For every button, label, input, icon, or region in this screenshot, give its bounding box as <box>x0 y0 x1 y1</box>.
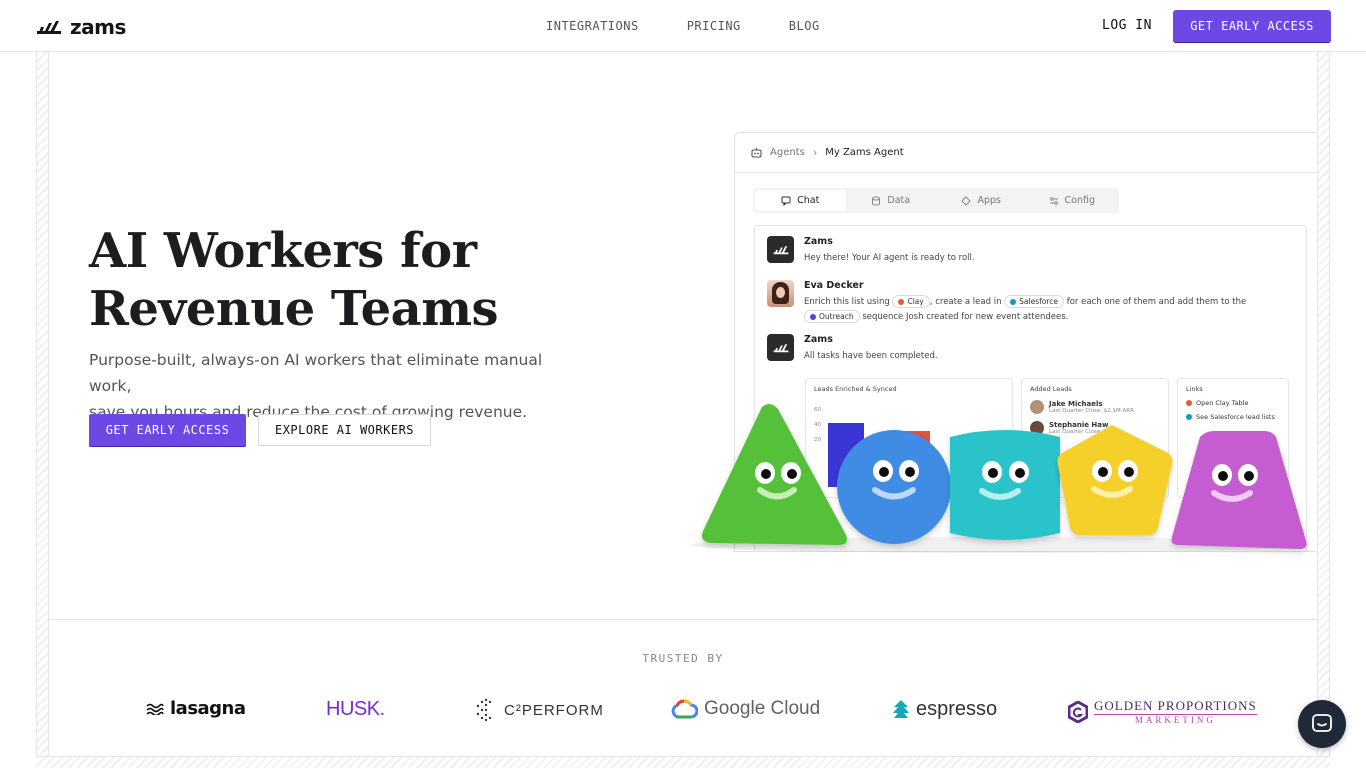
brand-name: C²PERFORM <box>504 701 604 719</box>
clay-chip: Clay <box>892 295 930 308</box>
chat-bubble-icon <box>1312 714 1332 732</box>
brand-name: HUSK. <box>326 698 385 720</box>
main-nav: INTEGRATIONS PRICING BLOG <box>546 19 820 33</box>
zams-logo-icon <box>773 245 788 254</box>
golden-proportions-logo: GOLDEN PROPORTIONS MARKETING <box>1068 698 1257 725</box>
panel-title: Leads Enriched & Synced <box>814 385 897 393</box>
bottom-frame-stripe <box>36 756 1330 768</box>
espresso-logo: espresso <box>892 698 997 721</box>
message-text-part: for each one of them and add them to the <box>1066 297 1247 307</box>
breadcrumb-agents[interactable]: Agents <box>770 147 805 158</box>
google-cloud-logo: Google Cloud <box>670 698 820 720</box>
chip-label: Salesforce <box>1019 297 1059 306</box>
google-cloud-icon <box>671 699 698 719</box>
nav-blog[interactable]: BLOG <box>789 19 820 33</box>
tab-data-label: Data <box>887 195 911 206</box>
blue-ball-character <box>837 430 951 544</box>
logo[interactable]: zams <box>36 15 126 39</box>
hero-subtitle-line1: Purpose-built, always-on AI workers that… <box>89 351 543 395</box>
header-early-access-button[interactable]: GET EARLY ACCESS <box>1173 10 1331 42</box>
database-icon <box>872 196 881 205</box>
waves-icon <box>146 703 164 715</box>
mascot-characters <box>690 403 1310 553</box>
message-author: Zams <box>804 334 833 345</box>
chat-message: Eva Decker Enrich this list using Clay , … <box>767 280 1274 325</box>
nav-pricing[interactable]: PRICING <box>687 19 741 33</box>
sliders-icon <box>1049 196 1058 205</box>
panel-title: Added Leads <box>1030 385 1072 393</box>
brand-subtitle: MARKETING <box>1094 714 1257 725</box>
message-text-part: sequence Josh created for new event atte… <box>862 312 1069 322</box>
chip-label: Clay <box>907 297 924 306</box>
brand-name: GOLDEN PROPORTIONS <box>1094 698 1257 713</box>
zams-avatar <box>767 334 794 361</box>
section-divider <box>49 619 1317 620</box>
c2perform-logo: C²PERFORM <box>474 698 604 722</box>
green-triangle-character <box>702 403 847 545</box>
hero-title-line1: AI Workers for <box>89 223 477 279</box>
support-chat-button[interactable] <box>1298 700 1346 748</box>
tab-apps-label: Apps <box>977 195 1001 206</box>
chat-message: Zams All tasks have been completed. <box>767 334 938 364</box>
brand-name: lasagna <box>170 698 246 719</box>
login-link[interactable]: LOG IN <box>1102 18 1152 33</box>
zams-avatar <box>767 236 794 263</box>
app-tabs: Chat Data Apps Config <box>753 188 1119 213</box>
hero-early-access-button[interactable]: GET EARLY ACCESS <box>89 414 246 446</box>
purple-trapezoid-character <box>1171 431 1307 549</box>
explore-ai-workers-button[interactable]: EXPLORE AI WORKERS <box>258 414 431 446</box>
tab-config-label: Config <box>1064 195 1095 206</box>
lasagna-logo: lasagna <box>146 698 246 719</box>
chevron-right-icon: › <box>812 146 818 159</box>
message-text: Hey there! Your AI agent is ready to rol… <box>804 253 975 263</box>
zams-logo-icon <box>37 21 61 34</box>
logo-text: zams <box>70 15 126 39</box>
robot-icon <box>751 148 762 158</box>
message-author: Zams <box>804 236 833 247</box>
clay-icon <box>898 298 905 305</box>
customer-logos: lasagna HUSK. C²PERFORM Google Cloud esp… <box>0 690 1366 734</box>
trusted-by-label: TRUSTED BY <box>642 652 724 665</box>
tab-apps[interactable]: Apps <box>936 190 1027 211</box>
hero-title-line2: Revenue Teams <box>89 281 499 337</box>
outreach-icon <box>810 313 816 320</box>
chat-message: Zams Hey there! Your AI agent is ready t… <box>767 236 975 266</box>
husk-logo: HUSK. <box>326 698 385 721</box>
breadcrumb-current: My Zams Agent <box>825 147 904 158</box>
site-header: zams INTEGRATIONS PRICING BLOG LOG IN GE… <box>0 0 1366 52</box>
zams-logo-icon <box>773 343 788 352</box>
brand-name: espresso <box>916 698 998 720</box>
outreach-chip: Outreach <box>804 310 860 323</box>
message-text: All tasks have been completed. <box>804 351 938 361</box>
message-text-part: , create a lead in <box>929 297 1002 307</box>
tab-chat[interactable]: Chat <box>755 190 846 211</box>
panel-title: Links <box>1186 385 1203 393</box>
hero-title: AI Workers for Revenue Teams <box>89 222 609 338</box>
message-text-part: Enrich this list using <box>804 297 890 307</box>
yellow-pentagon-character <box>1057 425 1173 535</box>
salesforce-icon <box>1010 298 1017 305</box>
message-author: Eva Decker <box>804 280 864 291</box>
avatar <box>767 280 794 307</box>
cyan-cylinder-character <box>950 430 1060 540</box>
chat-icon <box>781 196 791 206</box>
apps-icon <box>961 195 972 206</box>
tab-chat-label: Chat <box>797 195 820 206</box>
dots-circle-icon <box>476 698 492 722</box>
tab-data[interactable]: Data <box>846 190 937 211</box>
nav-integrations[interactable]: INTEGRATIONS <box>546 19 639 33</box>
breadcrumb: Agents › My Zams Agent <box>735 133 1317 173</box>
tab-config[interactable]: Config <box>1027 190 1118 211</box>
tree-icon <box>893 699 909 718</box>
golden-proportions-wordmark: GOLDEN PROPORTIONS MARKETING <box>1094 698 1257 725</box>
message-text: Enrich this list using Clay , create a le… <box>804 295 1274 325</box>
brand-name: Google Cloud <box>704 698 821 719</box>
chip-label: Outreach <box>819 312 854 321</box>
salesforce-chip: Salesforce <box>1004 295 1065 308</box>
hexagon-icon <box>1068 700 1088 723</box>
